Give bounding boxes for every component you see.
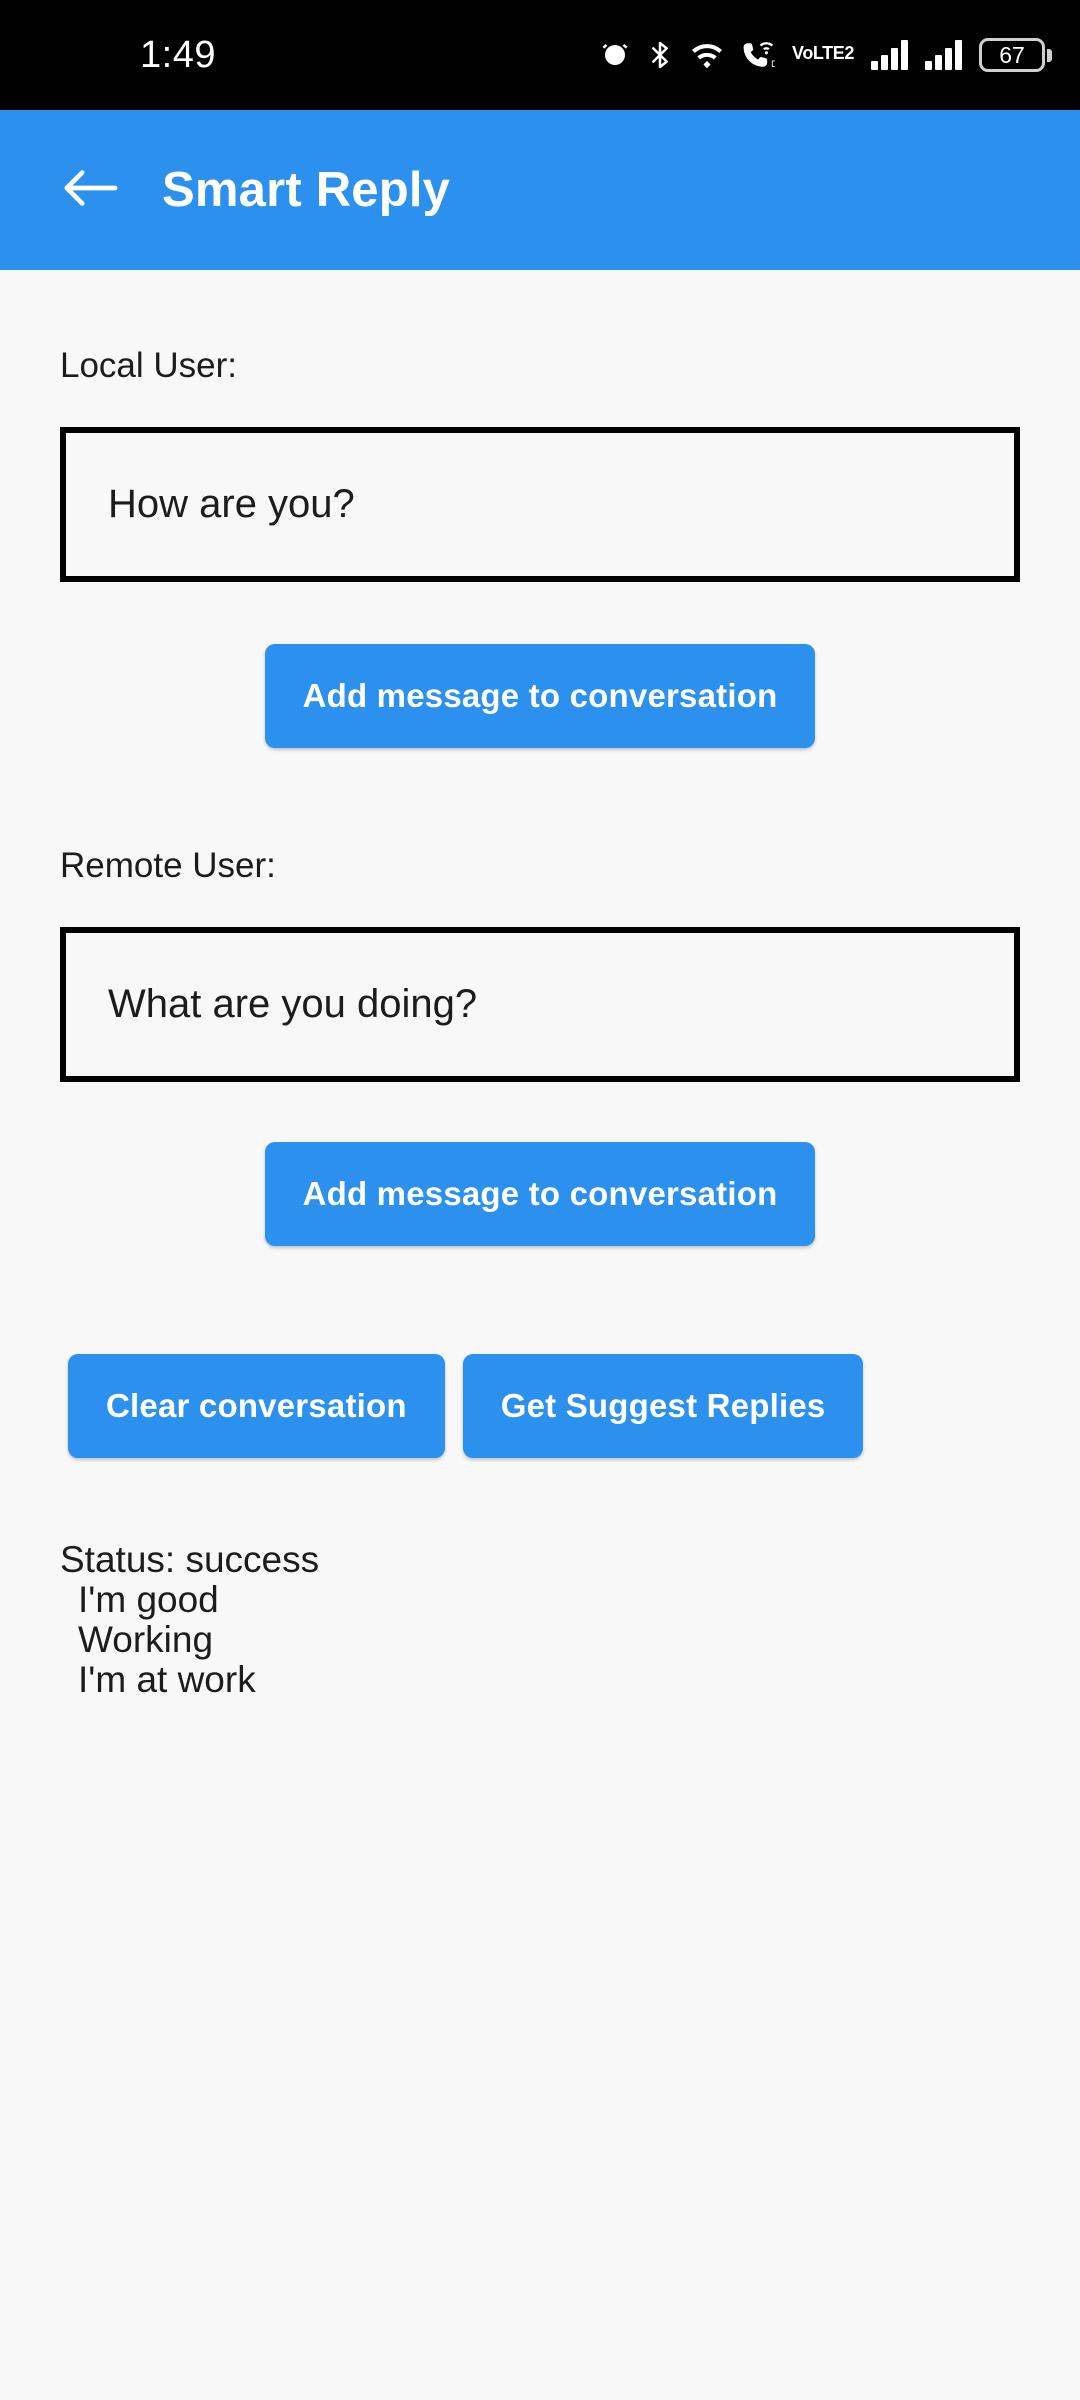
bluetooth-icon <box>647 39 673 71</box>
battery-level-label: 67 <box>999 41 1025 68</box>
local-user-label: Local User: <box>60 346 238 385</box>
page-title: Smart Reply <box>162 163 451 217</box>
status-headline: Status: success <box>60 1539 320 1580</box>
remote-user-label: Remote User: <box>60 846 276 885</box>
signal-bars-sim2-icon <box>925 40 962 70</box>
battery-cap <box>1047 48 1052 62</box>
suggestion-line: I'm good <box>78 1578 219 1620</box>
wifi-icon <box>690 40 724 70</box>
volte-top-label: Vo <box>792 43 813 64</box>
back-button[interactable] <box>38 138 142 242</box>
add-remote-message-button[interactable]: Add message to conversation <box>264 1142 816 1246</box>
add-local-message-button[interactable]: Add message to conversation <box>264 644 816 748</box>
suggestion-line: Working <box>78 1618 214 1660</box>
app-bar: Smart Reply <box>0 110 1080 270</box>
alarm-icon <box>600 40 630 70</box>
signal-bars-sim1-icon <box>871 40 908 70</box>
get-suggest-replies-button[interactable]: Get Suggest Replies <box>462 1354 864 1458</box>
arrow-left-icon <box>61 166 119 215</box>
main-content: Local User: How are you? Add message to … <box>0 270 1080 2400</box>
remote-user-input[interactable]: What are you doing? <box>60 927 1020 1082</box>
svg-text:D: D <box>771 59 775 69</box>
suggestion-line: I'm at work <box>78 1658 256 1700</box>
status-output: Status: success I'm good Working I'm at … <box>60 1540 1080 1700</box>
app-screen: 1:49 Vo LTE2 67 Smart Reply Local User: … <box>0 0 1080 2400</box>
system-status-bar: 1:49 Vo LTE2 67 <box>0 0 1080 110</box>
status-bar-icons: D Vo LTE2 67 <box>600 0 1052 110</box>
volte-bottom-label: LTE2 <box>812 43 854 64</box>
clear-conversation-button[interactable]: Clear conversation <box>68 1354 445 1458</box>
volte-icon: Vo LTE2 <box>792 43 854 64</box>
call-wifi-icon: D <box>741 40 775 70</box>
battery-icon: 67 <box>979 38 1052 72</box>
local-user-input[interactable]: How are you? <box>60 427 1020 582</box>
status-bar-clock: 1:49 <box>140 34 216 76</box>
